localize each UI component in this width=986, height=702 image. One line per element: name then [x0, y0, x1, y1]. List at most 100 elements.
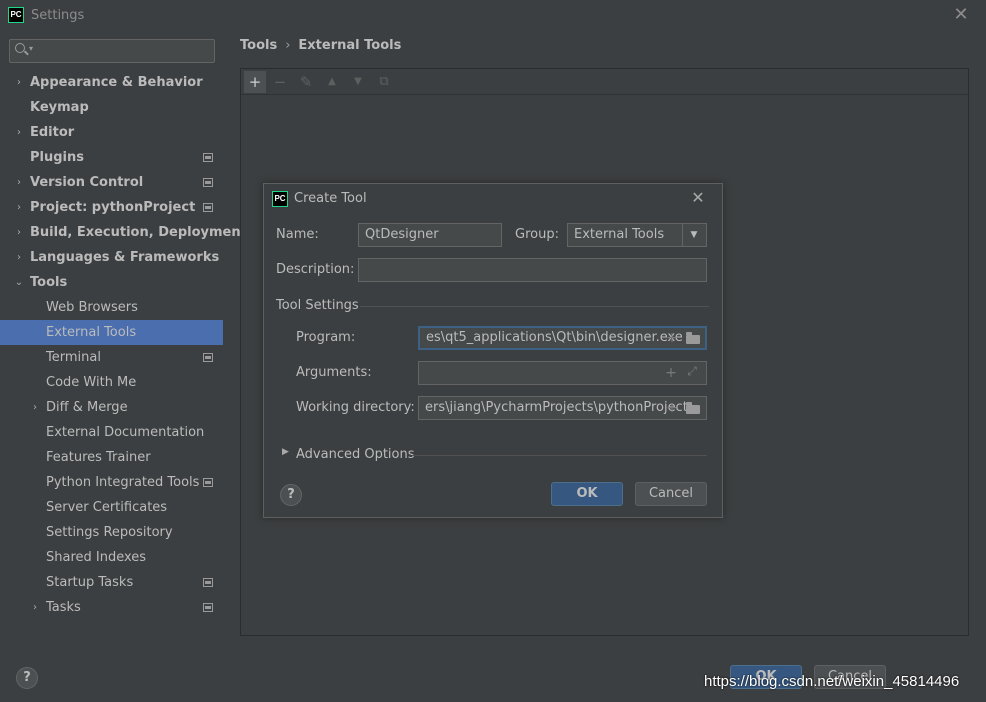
- project-scope-icon: [203, 603, 213, 612]
- add-tool-button[interactable]: +: [244, 71, 266, 93]
- sidebar-item-editor[interactable]: › Editor: [0, 120, 223, 145]
- sidebar-item-label: Settings Repository: [46, 525, 173, 540]
- sidebar-item-code-with-me[interactable]: Code With Me: [0, 370, 223, 395]
- sidebar-item-label: Tools: [30, 275, 68, 290]
- group-label: Group:: [515, 227, 559, 242]
- cancel-button[interactable]: Cancel: [635, 482, 707, 506]
- working-directory-value: ers\jiang\PycharmProjects\pythonProject: [425, 400, 688, 415]
- sidebar-item-tools[interactable]: ⌄ Tools: [0, 270, 223, 295]
- arguments-field[interactable]: + ⤢: [418, 361, 707, 385]
- tool-settings-divider: [360, 306, 709, 307]
- sidebar-item-label: Web Browsers: [46, 300, 138, 315]
- expand-arrow-icon[interactable]: ›: [13, 120, 25, 145]
- search-dropdown-icon: ▾: [29, 44, 34, 53]
- expand-arrow-icon[interactable]: ›: [29, 395, 41, 420]
- dialog-title: Create Tool: [294, 191, 367, 206]
- group-select[interactable]: External Tools ▼: [567, 223, 707, 247]
- expand-arrow-icon[interactable]: ›: [13, 70, 25, 95]
- insert-macro-icon[interactable]: +: [662, 398, 682, 418]
- move-down-button[interactable]: ▼: [347, 71, 369, 93]
- move-up-button[interactable]: ▲: [321, 71, 343, 93]
- advanced-arrow-icon[interactable]: ▶: [282, 447, 289, 457]
- expand-arrow-icon[interactable]: ›: [13, 245, 25, 270]
- sidebar-item-keymap[interactable]: Keymap: [0, 95, 223, 120]
- sidebar-item-label: Plugins: [30, 150, 84, 165]
- sidebar-item-settings-repository[interactable]: Settings Repository: [0, 520, 223, 545]
- folder-icon[interactable]: [686, 332, 700, 344]
- description-field[interactable]: [358, 258, 707, 282]
- sidebar-item-label: Code With Me: [46, 375, 137, 390]
- project-scope-icon: [203, 203, 213, 212]
- folder-icon[interactable]: [686, 402, 700, 414]
- sidebar-item-external-documentation[interactable]: External Documentation: [0, 420, 223, 445]
- expand-arrow-icon[interactable]: ›: [13, 220, 25, 245]
- copy-tool-button[interactable]: ⧉: [373, 71, 395, 93]
- advanced-divider: [412, 455, 707, 456]
- sidebar-item-shared-indexes[interactable]: Shared Indexes: [0, 545, 223, 570]
- sidebar-item-label: Server Certificates: [46, 500, 168, 515]
- expand-arrow-icon[interactable]: ›: [13, 195, 25, 220]
- sidebar-item-label: Keymap: [30, 100, 89, 115]
- sidebar-item-label: Languages & Frameworks: [30, 250, 220, 265]
- working-directory-field[interactable]: ers\jiang\PycharmProjects\pythonProject …: [418, 396, 707, 420]
- sidebar-item-terminal[interactable]: Terminal: [0, 345, 223, 370]
- breadcrumb-separator-icon: ›: [285, 38, 291, 53]
- arguments-label: Arguments:: [296, 365, 372, 380]
- sidebar-item-label: Startup Tasks: [46, 575, 134, 590]
- sidebar-item-version-control[interactable]: › Version Control: [0, 170, 223, 195]
- close-window-button[interactable]: ✕: [950, 3, 972, 27]
- breadcrumb-parent[interactable]: Tools: [240, 38, 277, 53]
- sidebar-item-project[interactable]: › Project: pythonProject: [0, 195, 223, 220]
- sidebar-item-languages-frameworks[interactable]: › Languages & Frameworks: [0, 245, 223, 270]
- project-scope-icon: [203, 153, 213, 162]
- window-title: Settings: [31, 8, 85, 23]
- search-icon: [15, 43, 25, 53]
- remove-tool-button[interactable]: −: [269, 71, 291, 93]
- expand-icon[interactable]: ⤢: [685, 364, 699, 378]
- working-directory-label: Working directory:: [296, 400, 415, 415]
- description-label: Description:: [276, 262, 355, 277]
- sidebar-item-python-integrated-tools[interactable]: Python Integrated Tools: [0, 470, 223, 495]
- sidebar-item-tasks[interactable]: › Tasks: [0, 595, 223, 620]
- breadcrumb: Tools › External Tools: [240, 38, 401, 53]
- sidebar-item-label: Version Control: [30, 175, 144, 190]
- name-field[interactable]: QtDesigner: [358, 223, 502, 247]
- search-input[interactable]: ▾: [9, 39, 215, 63]
- sidebar-item-startup-tasks[interactable]: Startup Tasks: [0, 570, 223, 595]
- watermark-text: https://blog.csdn.net/weixin_45814496: [704, 673, 960, 690]
- sidebar-item-server-certificates[interactable]: Server Certificates: [0, 495, 223, 520]
- sidebar-item-features-trainer[interactable]: Features Trainer: [0, 445, 223, 470]
- ok-button[interactable]: OK: [551, 482, 623, 506]
- edit-tool-button[interactable]: ✎: [295, 71, 317, 93]
- sidebar-item-web-browsers[interactable]: Web Browsers: [0, 295, 223, 320]
- sidebar-item-diff-merge[interactable]: › Diff & Merge: [0, 395, 223, 420]
- chevron-down-icon: ▼: [682, 224, 705, 246]
- settings-help-button[interactable]: ?: [16, 667, 38, 689]
- sidebar-item-external-tools[interactable]: External Tools: [0, 320, 223, 345]
- name-label: Name:: [276, 227, 319, 242]
- program-field[interactable]: es\qt5_applications\Qt\bin\designer.exe …: [418, 326, 707, 350]
- sidebar-item-label: Python Integrated Tools: [46, 475, 200, 490]
- pycharm-logo-icon: PC: [272, 191, 288, 207]
- sidebar-item-label: Tasks: [46, 600, 81, 615]
- help-button[interactable]: ?: [280, 484, 302, 506]
- create-tool-dialog: PC Create Tool ✕ Name: QtDesigner Group:…: [263, 183, 723, 518]
- advanced-options-toggle[interactable]: Advanced Options: [296, 447, 415, 462]
- insert-macro-icon[interactable]: +: [662, 328, 682, 348]
- sidebar-item-build-execution-deployment[interactable]: › Build, Execution, Deployment: [0, 220, 247, 245]
- expand-arrow-icon[interactable]: ›: [13, 170, 25, 195]
- breadcrumb-current: External Tools: [298, 38, 402, 53]
- collapse-arrow-icon[interactable]: ⌄: [13, 270, 25, 295]
- tools-toolbar: + − ✎ ▲ ▼ ⧉: [241, 69, 968, 95]
- window-titlebar: PC Settings ✕: [0, 0, 986, 32]
- sidebar-item-plugins[interactable]: Plugins: [0, 145, 223, 170]
- group-select-value: External Tools: [574, 227, 665, 242]
- sidebar-item-appearance-behavior[interactable]: › Appearance & Behavior: [0, 70, 223, 95]
- program-field-value: es\qt5_applications\Qt\bin\designer.exe: [426, 330, 683, 345]
- insert-macro-icon[interactable]: +: [661, 363, 681, 383]
- expand-arrow-icon[interactable]: ›: [29, 595, 41, 620]
- sidebar-item-label: Features Trainer: [46, 450, 151, 465]
- sidebar-item-label: External Documentation: [46, 425, 205, 440]
- dialog-close-button[interactable]: ✕: [688, 187, 708, 209]
- project-scope-icon: [203, 178, 213, 187]
